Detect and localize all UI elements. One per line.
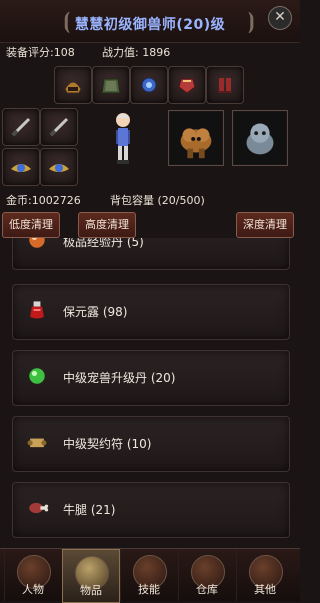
equip-slot-emblem-right[interactable] <box>40 148 78 186</box>
tab-label: 其他 <box>254 583 276 596</box>
bag-capacity: 背包容量 (20/500) <box>110 194 205 207</box>
orange-orb-icon <box>23 238 51 254</box>
mid-clean-button[interactable]: 高度清理 <box>78 212 136 238</box>
close-icon: ✕ <box>274 9 286 25</box>
tab-character[interactable]: 人物 <box>4 549 61 601</box>
gear-score: 装备评分:108 <box>6 46 75 59</box>
sword-icon <box>49 117 69 137</box>
tab-other[interactable]: 其他 <box>236 549 293 601</box>
equip-slot-weapon-left[interactable] <box>2 108 40 146</box>
deep-clean-button[interactable]: 深度清理 <box>236 212 294 238</box>
scroll-icon <box>23 428 51 456</box>
list-item[interactable]: 中级宠兽升级丹 (20) <box>12 350 290 406</box>
tab-skills[interactable]: 技能 <box>120 549 177 601</box>
power-value: 战力值: 1896 <box>102 46 171 59</box>
helmet-icon <box>64 81 82 94</box>
close-button[interactable]: ✕ <box>268 6 292 30</box>
tab-label: 仓库 <box>196 583 218 596</box>
item-name: 保元露 (98) <box>63 305 128 319</box>
item-name: 牛腿 (21) <box>63 503 116 517</box>
frame-right-ornament: ⦘ <box>247 8 255 34</box>
equip-slot-emblem-left[interactable] <box>2 148 40 186</box>
wing-emblem-icon <box>49 164 69 172</box>
item-name: 极品经验丹 (5) <box>63 238 144 249</box>
list-item[interactable]: 中级契约符 (10) <box>12 416 290 472</box>
list-item[interactable]: 牛腿 (21) <box>12 482 290 538</box>
list-item[interactable]: 极品经验丹 (5) <box>12 238 290 270</box>
equip-slot-gloves[interactable] <box>168 66 206 104</box>
pet-slot-2[interactable] <box>232 110 288 166</box>
tab-label: 技能 <box>138 583 160 596</box>
gold-amount: 金币:1002726 <box>6 194 81 207</box>
header-bar: ⦗ 慧慧初级御兽师(20)级 ⦘ ✕ <box>0 0 300 43</box>
item-name: 中级宠兽升级丹 (20) <box>63 371 176 385</box>
inventory-screen: ⦗ 慧慧初级御兽师(20)级 ⦘ ✕ 装备评分:108 战力值: 1896 金币… <box>0 0 300 603</box>
stats-row: 装备评分:108 战力值: 1896 <box>0 42 300 59</box>
bottom-nav: 人物 物品 技能 仓库 其他 <box>0 548 300 603</box>
character-title: 慧慧初级御兽师(20)级 <box>74 17 226 33</box>
wing-emblem-icon <box>11 164 31 172</box>
equip-slot-weapon-right[interactable] <box>40 108 78 146</box>
dog-portrait-icon <box>170 112 222 164</box>
low-clean-button[interactable]: 低度清理 <box>2 212 60 238</box>
equip-slot-boots[interactable] <box>206 66 244 104</box>
armor-icon <box>101 78 121 94</box>
gloves-icon <box>178 78 196 94</box>
list-item[interactable]: 保元露 (98) <box>12 284 290 340</box>
equip-slot-helmet[interactable] <box>54 66 92 104</box>
inventory-list[interactable]: 极品经验丹 (5) 保元露 (98) 中级宠兽升级丹 (20) 中级契约符 (1… <box>0 238 300 548</box>
cat-portrait-icon <box>234 112 286 164</box>
green-orb-icon <box>23 362 51 390</box>
currency-row: 金币:1002726 背包容量 (20/500) <box>0 190 300 207</box>
amulet-icon <box>141 77 157 93</box>
character-sprite-icon <box>116 113 130 164</box>
meat-icon <box>23 494 51 522</box>
tab-label: 人物 <box>22 583 44 596</box>
equip-slot-armor[interactable] <box>92 66 130 104</box>
character-portrait <box>110 110 136 166</box>
tab-warehouse[interactable]: 仓库 <box>178 549 235 601</box>
sword-icon <box>11 117 31 137</box>
boots-icon <box>218 78 232 93</box>
tab-label: 物品 <box>80 584 102 597</box>
equip-slot-amulet[interactable] <box>130 66 168 104</box>
red-potion-icon <box>23 296 51 324</box>
item-name: 中级契约符 (10) <box>63 437 152 451</box>
pet-slot-1[interactable] <box>168 110 224 166</box>
tab-items[interactable]: 物品 <box>62 549 120 603</box>
cleanup-button-bar: 低度清理 高度清理 深度清理 <box>0 212 300 238</box>
